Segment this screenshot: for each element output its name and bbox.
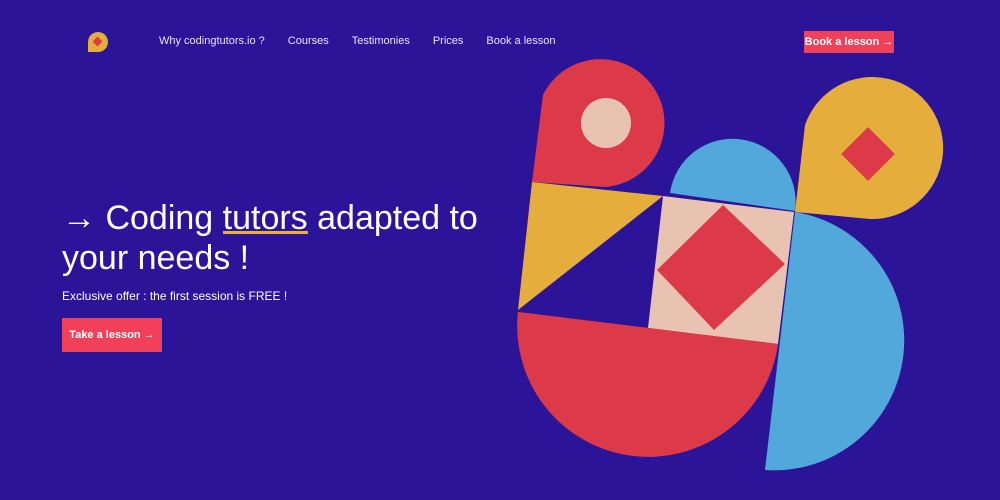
yellow-triangle-shape — [518, 182, 663, 310]
geometric-illustration — [517, 59, 944, 471]
peach-circle-shape — [581, 98, 631, 148]
